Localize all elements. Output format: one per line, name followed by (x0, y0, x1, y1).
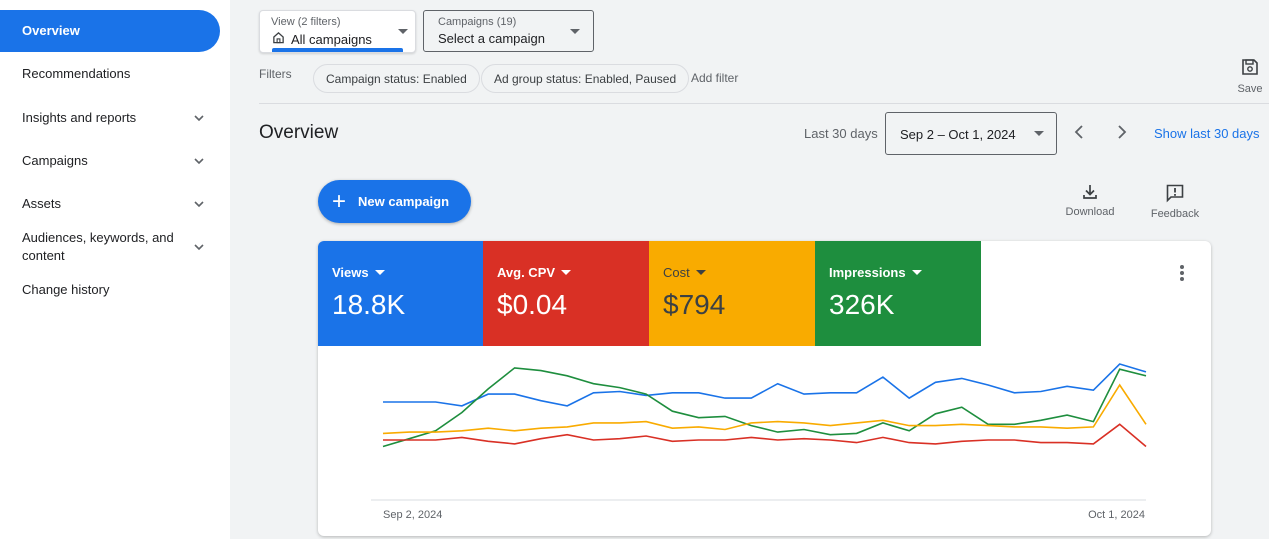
date-range-label: Last 30 days (804, 126, 878, 141)
next-period-button[interactable] (1112, 122, 1132, 142)
sidebar-item-label: Overview (22, 23, 80, 38)
chevron-down-icon (192, 111, 206, 125)
download-button[interactable]: Download (1063, 183, 1117, 218)
show-last-30-days-link[interactable]: Show last 30 days (1154, 126, 1260, 141)
caret-down-icon (911, 270, 922, 275)
download-icon (1063, 183, 1117, 201)
filter-chip-label: Ad group status: Enabled, Paused (494, 71, 677, 86)
header-divider (259, 103, 1269, 104)
x-tick-label-end: Oct 1, 2024 (1088, 509, 1145, 521)
metric-name-row: Cost (663, 265, 706, 280)
previous-period-button[interactable] (1069, 122, 1089, 142)
metric-tile-impressions[interactable]: Impressions 326K (815, 241, 981, 346)
page-title: Overview (259, 122, 339, 143)
series-line-1 (382, 367, 1147, 448)
view-filter-underline (272, 48, 403, 52)
metric-name: Views (332, 265, 369, 280)
sidebar-item-label: Assets (22, 196, 62, 211)
performance-card: Views 18.8K Avg. CPV $0.04 Cost $794 Imp… (318, 241, 1211, 536)
sidebar-item-label: Recommendations (22, 66, 131, 81)
add-filter-button[interactable]: Add filter (691, 71, 738, 85)
sidebar-item-campaigns[interactable]: Campaigns (0, 151, 220, 171)
sidebar: Overview Recommendations Insights and re… (0, 0, 230, 539)
line-chart: Sep 2, 2024 Oct 1, 2024 (371, 363, 1147, 521)
sidebar-item-recommendations[interactable]: Recommendations (0, 64, 220, 84)
more-vert-icon-dot (1180, 277, 1184, 281)
save-icon (1234, 58, 1266, 79)
metric-value: 18.8K (332, 289, 406, 320)
caret-down-icon (398, 29, 408, 34)
campaign-selector-value: Select a campaign (438, 31, 545, 46)
save-button[interactable]: Save (1234, 58, 1266, 95)
chevron-left-icon (1069, 125, 1089, 146)
date-range-value: Sep 2 – Oct 1, 2024 (900, 127, 1016, 142)
metric-value: 326K (829, 289, 895, 320)
caret-down-icon (570, 29, 580, 34)
caret-down-icon (695, 270, 706, 275)
caret-down-icon (1034, 131, 1044, 136)
metric-value: $0.04 (497, 289, 568, 320)
sidebar-item-label: Campaigns (22, 153, 88, 168)
more-options-button[interactable] (1178, 265, 1186, 283)
metric-tile-cost[interactable]: Cost $794 (649, 241, 815, 346)
sidebar-item-label: Insights and reports (22, 110, 137, 125)
metric-name-row: Impressions (829, 265, 922, 280)
view-filter-label: View (2 filters) (271, 16, 341, 28)
save-label: Save (1237, 83, 1263, 95)
metric-value: $794 (663, 289, 726, 320)
series-line-0 (383, 363, 1147, 407)
sidebar-item-insights-and-reports[interactable]: Insights and reports (0, 108, 220, 128)
feedback-label: Feedback (1150, 208, 1200, 220)
campaign-selector[interactable]: Campaigns (19) Select a campaign (423, 10, 594, 52)
chevron-right-icon (1112, 125, 1132, 146)
metric-tile-avg-cpv[interactable]: Avg. CPV $0.04 (483, 241, 649, 346)
more-vert-icon-dot (1180, 271, 1184, 275)
sidebar-item-assets[interactable]: Assets (0, 194, 220, 214)
home-icon (272, 31, 285, 47)
filters-label: Filters (259, 67, 292, 81)
view-filter-value: All campaigns (291, 31, 372, 47)
metric-name: Cost (663, 265, 690, 280)
metric-name-row: Avg. CPV (497, 265, 572, 280)
view-filter-dropdown[interactable]: View (2 filters) All campaigns (259, 10, 416, 53)
date-range-picker[interactable]: Sep 2 – Oct 1, 2024 (885, 112, 1057, 155)
view-filter-value-row: All campaigns (272, 31, 372, 47)
plus-icon: + (332, 187, 347, 215)
sidebar-item-overview[interactable]: Overview (0, 10, 220, 52)
filter-chip-ad-group-status[interactable]: Ad group status: Enabled, Paused (481, 64, 690, 93)
chevron-down-icon (192, 154, 206, 168)
download-label: Download (1065, 206, 1115, 218)
metric-name: Avg. CPV (497, 265, 556, 280)
more-vert-icon (1180, 265, 1184, 269)
sidebar-item-audiences[interactable]: Audiences, keywords, and content (0, 229, 220, 265)
sidebar-item-change-history[interactable]: Change history (0, 280, 220, 300)
caret-down-icon (374, 270, 385, 275)
feedback-icon (1148, 183, 1202, 203)
filter-chip-campaign-status[interactable]: Campaign status: Enabled (313, 64, 480, 93)
feedback-button[interactable]: Feedback (1148, 183, 1202, 220)
sidebar-item-label: Audiences, keywords, and content (22, 230, 174, 263)
caret-down-icon (561, 270, 572, 275)
sidebar-item-label: Change history (22, 282, 110, 297)
metric-tile-views[interactable]: Views 18.8K (318, 241, 484, 346)
metric-name: Impressions (829, 265, 906, 280)
x-tick-label-start: Sep 2, 2024 (383, 509, 442, 521)
new-campaign-button[interactable]: + New campaign (318, 180, 471, 223)
metric-name-row: Views (332, 265, 385, 280)
series-group (382, 363, 1147, 448)
chevron-down-icon (192, 240, 206, 254)
campaign-selector-label: Campaigns (19) (438, 16, 517, 28)
chevron-down-icon (192, 197, 206, 211)
filter-chip-label: Campaign status: Enabled (326, 71, 467, 86)
new-campaign-label: New campaign (358, 194, 450, 209)
